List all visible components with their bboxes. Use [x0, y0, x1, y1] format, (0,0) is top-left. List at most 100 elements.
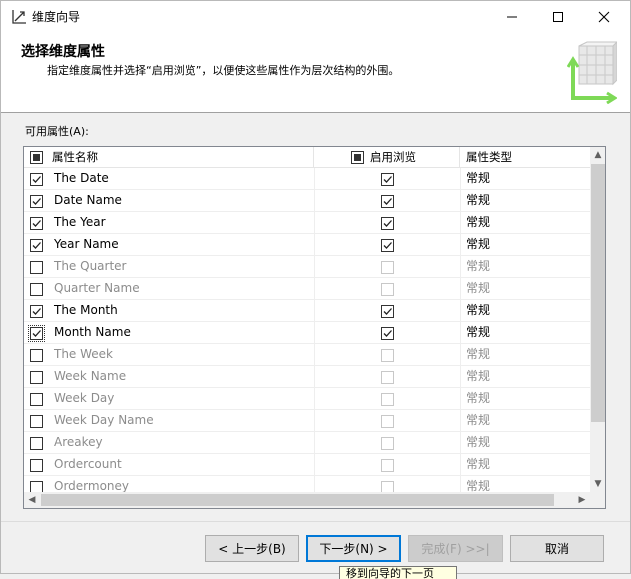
attribute-checkbox[interactable] — [30, 459, 43, 472]
footer-divider — [1, 521, 630, 522]
table-row[interactable]: Month Name 常规 — [24, 322, 590, 344]
attribute-type[interactable]: 常规 — [466, 322, 490, 343]
attribute-checkbox[interactable] — [28, 325, 45, 342]
enable-browsing-checkbox[interactable] — [381, 305, 394, 318]
enable-browsing-checkbox[interactable] — [381, 217, 394, 230]
table-row[interactable]: Areakey 常规 — [24, 432, 590, 454]
attribute-checkbox[interactable] — [30, 195, 43, 208]
attribute-type[interactable]: 常规 — [466, 278, 490, 299]
column-divider — [460, 454, 461, 475]
enable-browsing-checkbox — [381, 261, 394, 274]
attribute-checkbox[interactable] — [30, 217, 43, 230]
column-divider — [314, 234, 315, 255]
attribute-checkbox[interactable] — [30, 415, 43, 428]
attribute-name: The Month — [54, 303, 118, 317]
table-row[interactable]: Week Day Name 常规 — [24, 410, 590, 432]
page-description: 指定维度属性并选择“启用浏览”，以便使这些属性作为层次结构的外围。 — [47, 64, 400, 77]
column-divider — [314, 388, 315, 409]
back-button[interactable]: < 上一步(B) — [205, 535, 299, 562]
table-row[interactable]: The Week 常规 — [24, 344, 590, 366]
attribute-checkbox[interactable] — [30, 437, 43, 450]
scrollbar-corner — [590, 492, 605, 508]
attribute-name: Year Name — [54, 237, 119, 251]
table-row[interactable]: Ordercount 常规 — [24, 454, 590, 476]
attribute-type[interactable]: 常规 — [466, 168, 490, 189]
attribute-type[interactable]: 常规 — [466, 234, 490, 255]
attribute-type[interactable]: 常规 — [466, 388, 490, 409]
column-header-type[interactable]: 属性类型 — [460, 147, 590, 167]
enable-browsing-checkbox[interactable] — [381, 239, 394, 252]
column-header-name[interactable]: 属性名称 — [24, 147, 314, 167]
grid-header: 属性名称 启用浏览 属性类型 — [24, 147, 590, 168]
attribute-type[interactable]: 常规 — [466, 190, 490, 211]
table-row[interactable]: The Date 常规 — [24, 168, 590, 190]
vertical-scroll-thumb[interactable] — [591, 164, 605, 422]
attribute-checkbox[interactable] — [30, 239, 43, 252]
column-divider — [460, 300, 461, 321]
select-all-checkbox[interactable] — [30, 151, 43, 164]
attribute-name: Areakey — [54, 435, 103, 449]
enable-browsing-checkbox — [381, 415, 394, 428]
table-row[interactable]: Week Day 常规 — [24, 388, 590, 410]
table-row[interactable]: Week Name 常规 — [24, 366, 590, 388]
attribute-type[interactable]: 常规 — [466, 454, 490, 475]
enable-browsing-checkbox — [381, 393, 394, 406]
attribute-checkbox[interactable] — [30, 393, 43, 406]
attribute-name: Week Day Name — [54, 413, 154, 427]
column-divider — [460, 344, 461, 365]
attribute-type[interactable]: 常规 — [466, 256, 490, 277]
enable-browsing-checkbox[interactable] — [381, 195, 394, 208]
column-name-label: 属性名称 — [52, 150, 98, 164]
attributes-grid[interactable]: 属性名称 启用浏览 属性类型 The Date 常规 Date Name 常规 The … — [23, 146, 606, 509]
column-divider — [460, 278, 461, 299]
select-all-browse-checkbox[interactable] — [351, 151, 364, 164]
column-divider — [460, 168, 461, 189]
scroll-down-arrow-icon[interactable]: ▼ — [590, 476, 605, 492]
attribute-name: Week Name — [54, 369, 127, 383]
table-row[interactable]: The Month 常规 — [24, 300, 590, 322]
column-divider — [314, 322, 315, 343]
column-divider — [314, 410, 315, 431]
attribute-type[interactable]: 常规 — [466, 212, 490, 233]
vertical-scrollbar[interactable]: ▲ ▼ — [590, 147, 605, 492]
scroll-right-arrow-icon[interactable]: ▶ — [574, 492, 590, 508]
column-divider — [460, 388, 461, 409]
horizontal-scrollbar[interactable]: ◀ ▶ — [24, 492, 590, 508]
attribute-checkbox[interactable] — [30, 371, 43, 384]
enable-browsing-checkbox[interactable] — [381, 327, 394, 340]
attribute-type[interactable]: 常规 — [466, 300, 490, 321]
horizontal-scroll-thumb[interactable] — [41, 494, 554, 506]
table-row[interactable]: Date Name 常规 — [24, 190, 590, 212]
column-divider — [460, 234, 461, 255]
attribute-type[interactable]: 常规 — [466, 366, 490, 387]
attribute-name: The Date — [54, 171, 109, 185]
scroll-up-arrow-icon[interactable]: ▲ — [590, 147, 605, 163]
cancel-button[interactable]: 取消 — [510, 535, 604, 562]
attribute-checkbox[interactable] — [30, 283, 43, 296]
scroll-left-arrow-icon[interactable]: ◀ — [24, 492, 40, 508]
close-button[interactable] — [581, 1, 627, 32]
enable-browsing-checkbox[interactable] — [381, 173, 394, 186]
enable-browsing-checkbox — [381, 349, 394, 362]
attribute-type[interactable]: 常规 — [466, 432, 490, 453]
title-bar[interactable]: 维度向导 — [1, 1, 630, 32]
next-button[interactable]: 下一步(N) > — [306, 535, 401, 562]
minimize-button[interactable] — [489, 1, 535, 32]
table-row[interactable]: The Year 常规 — [24, 212, 590, 234]
attribute-checkbox[interactable] — [30, 261, 43, 274]
column-divider — [314, 454, 315, 475]
attribute-checkbox[interactable] — [30, 349, 43, 362]
column-browse-label: 启用浏览 — [370, 150, 416, 164]
finish-button[interactable]: 完成(F) >>| — [408, 535, 503, 562]
attribute-checkbox[interactable] — [30, 305, 43, 318]
column-header-browse[interactable]: 启用浏览 — [314, 147, 460, 167]
maximize-button[interactable] — [535, 1, 581, 32]
table-row[interactable]: The Quarter 常规 — [24, 256, 590, 278]
attribute-type[interactable]: 常规 — [466, 344, 490, 365]
attribute-type[interactable]: 常规 — [466, 410, 490, 431]
table-row[interactable]: Quarter Name 常规 — [24, 278, 590, 300]
minimize-icon — [507, 16, 517, 17]
table-row[interactable]: Year Name 常规 — [24, 234, 590, 256]
maximize-icon — [553, 11, 563, 22]
attribute-checkbox[interactable] — [30, 173, 43, 186]
